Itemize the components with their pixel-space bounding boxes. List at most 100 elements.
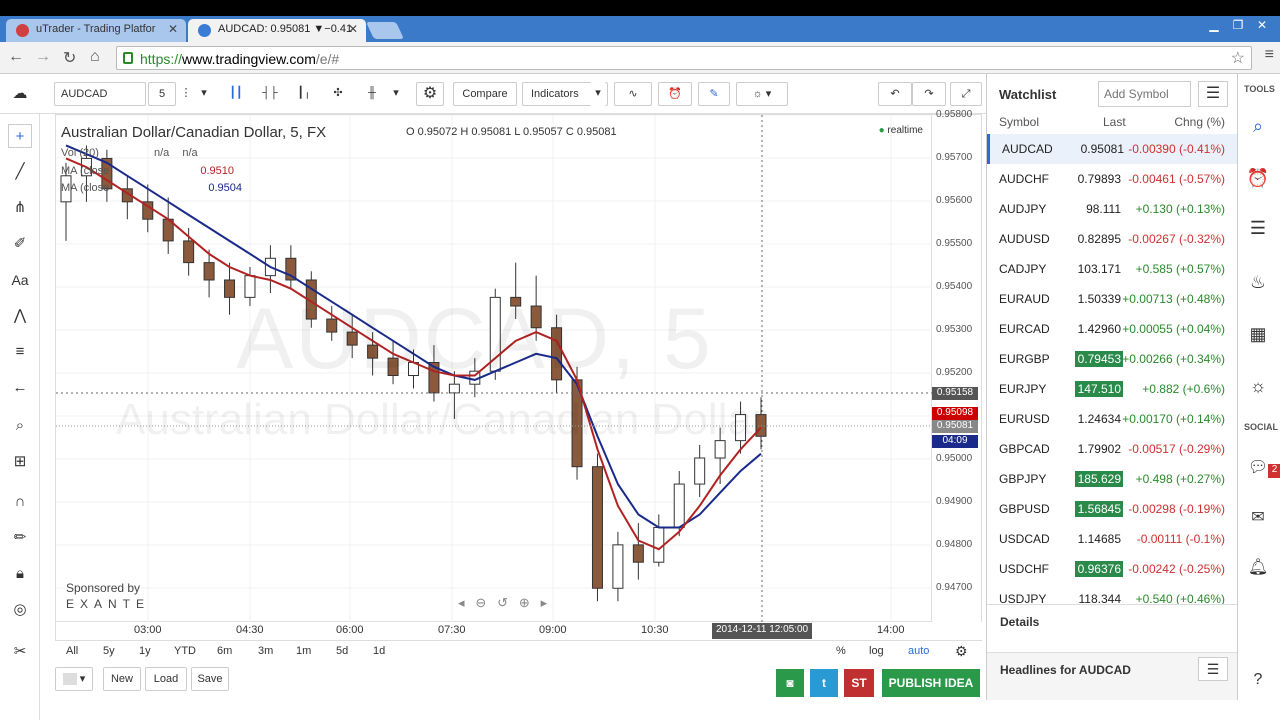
help-icon[interactable]: ? (1246, 668, 1270, 692)
details-header[interactable]: Details (1000, 615, 1039, 629)
watchlist-row[interactable]: USDCHF 0.96376 -0.00242 (-0.25%) (987, 554, 1237, 584)
close-window-icon[interactable]: ✕ (1250, 18, 1274, 32)
watchlist-row[interactable]: EURUSD 1.24634 +0.00170 (+0.14%) (987, 404, 1237, 434)
hide-drawings-icon[interactable]: ◎ (8, 598, 32, 622)
publish-idea-button[interactable]: PUBLISH IDEA (882, 669, 980, 697)
alerts-clock-icon[interactable]: ⏰ (1246, 166, 1270, 190)
chart-pane[interactable]: Australian Dollar/Canadian Dollar, 5, FX… (55, 114, 933, 623)
twitter-icon[interactable]: t (810, 669, 838, 697)
pen-icon[interactable]: ✎ (698, 82, 730, 106)
candles-style-icon[interactable]: ┃┃ (222, 82, 250, 106)
measure-icon[interactable]: ⊞ (8, 450, 32, 474)
auto-scale-toggle[interactable]: auto (908, 645, 929, 657)
tab-audcad[interactable]: AUDCAD: 0.95081 ▼−0.41 ✕ (188, 19, 366, 42)
home-icon[interactable]: ⌂ (90, 48, 100, 66)
watchlist-row[interactable]: EURJPY 147.510 +0.882 (+0.6%) (987, 374, 1237, 404)
chevron-down-icon[interactable]: ▾ (388, 82, 404, 106)
remove-drawings-icon[interactable]: ✂ (8, 640, 32, 664)
watchlist-row[interactable]: AUDJPY 98.111 +0.130 (+0.13%) (987, 194, 1237, 224)
zoom-icon[interactable]: ⌕ (8, 414, 32, 438)
watchlist-row[interactable]: AUDCAD 0.95081 -0.00390 (-0.41%) (987, 134, 1237, 164)
new-button[interactable]: New (103, 667, 141, 691)
range-button[interactable]: 1d (373, 645, 385, 657)
logo-icon[interactable]: ☁ (8, 82, 32, 106)
alert-icon[interactable]: ⏰ (658, 82, 692, 106)
watchlist-row[interactable]: AUDCHF 0.79893 -0.00461 (-0.57%) (987, 164, 1237, 194)
restore-icon[interactable]: ❐ (1226, 18, 1250, 32)
symbol-input[interactable]: AUDCAD (54, 82, 146, 106)
headlines-menu-icon[interactable]: ☰ (1198, 657, 1228, 681)
bookmark-star-icon[interactable]: ☆ (1231, 48, 1245, 68)
stay-drawing-icon[interactable]: ✏ (8, 526, 32, 550)
bar-type-icon[interactable]: ╫ (358, 82, 386, 106)
chevron-down-icon[interactable]: ▾ (590, 82, 606, 106)
forward-icon[interactable]: → (35, 48, 51, 66)
close-tab-icon[interactable]: ✕ (168, 22, 178, 36)
watchlist-row[interactable]: AUDUSD 0.82895 -0.00267 (-0.32%) (987, 224, 1237, 254)
interval-input[interactable]: 5 (148, 82, 176, 106)
col-chg[interactable]: Chng (%) (1174, 115, 1225, 129)
reset-icon[interactable]: ↺ (497, 595, 508, 610)
range-button[interactable]: 1y (139, 645, 151, 657)
zoom-out-icon[interactable]: ⊖ (475, 595, 486, 610)
snapshot-camera-icon[interactable]: ◙ (776, 669, 804, 697)
ideas-lightbulb-icon[interactable]: ☼ (1246, 374, 1270, 398)
add-symbol-input[interactable] (1098, 81, 1191, 107)
sponsor-logo[interactable]: EXANTE (66, 597, 150, 611)
address-bar[interactable]: https://www.tradingview.com/e/# ☆ (116, 46, 1252, 70)
magnet-icon[interactable]: ∩ (8, 490, 32, 514)
bars-style-icon[interactable]: ┤├ (256, 82, 284, 106)
watchlist-row[interactable]: CADJPY 103.171 +0.585 (+0.57%) (987, 254, 1237, 284)
axis-settings-gear-icon[interactable]: ⚙ (955, 643, 968, 660)
percent-scale-toggle[interactable]: % (836, 645, 846, 657)
fullscreen-icon[interactable]: ⤢ (950, 82, 982, 106)
col-symbol[interactable]: Symbol (999, 115, 1039, 129)
browser-menu-icon[interactable]: ≡ (1265, 46, 1274, 64)
range-button[interactable]: YTD (174, 645, 196, 657)
redo-icon[interactable]: ↷ (912, 82, 946, 106)
heikin-ashi-icon[interactable]: ✣ (324, 82, 352, 106)
data-window-icon[interactable]: ☰ (1246, 216, 1270, 240)
idea-lightbulb-icon[interactable]: ☼ ▾ (736, 82, 788, 106)
watchlist-row[interactable]: GBPJPY 185.629 +0.498 (+0.27%) (987, 464, 1237, 494)
arrow-icon[interactable]: ← (8, 376, 32, 400)
watchlist-search-icon[interactable]: ⌕ (1246, 114, 1270, 138)
scroll-right-icon[interactable]: ▸ (541, 595, 548, 610)
messages-icon[interactable]: ✉ (1246, 506, 1270, 530)
watchlist-row[interactable]: USDJPY 118.344 +0.540 (+0.46%) (987, 584, 1237, 604)
chevron-down-icon[interactable]: ▾ (196, 82, 212, 106)
trendline-icon[interactable]: ╱ (8, 160, 32, 184)
minimize-icon[interactable]: ▁ (1202, 18, 1226, 32)
hotlist-flame-icon[interactable]: ♨ (1246, 270, 1270, 294)
brush-icon[interactable]: ✐ (8, 232, 32, 256)
reload-icon[interactable]: ↻ (63, 48, 76, 68)
watchlist-row[interactable]: GBPUSD 1.56845 -0.00298 (-0.19%) (987, 494, 1237, 524)
scroll-left-icon[interactable]: ◂ (458, 595, 465, 610)
calendar-icon[interactable]: ▦ (1246, 322, 1270, 346)
more-icon[interactable]: ⋮ (176, 82, 196, 106)
watchlist-row[interactable]: USDCAD 1.14685 -0.00111 (-0.1%) (987, 524, 1237, 554)
watchlist-row[interactable]: EURAUD 1.50339 +0.00713 (+0.48%) (987, 284, 1237, 314)
zoom-in-icon[interactable]: ⊕ (519, 595, 530, 610)
time-axis[interactable]: 03:00 04:30 06:00 07:30 09:00 10:30 14:00 2014… (55, 622, 932, 640)
watchlist-row[interactable]: EURCAD 1.42960 +0.00055 (+0.04%) (987, 314, 1237, 344)
lock-drawings-icon[interactable]: 🔒︎ (8, 562, 32, 586)
log-scale-toggle[interactable]: log (869, 645, 884, 657)
close-tab-icon[interactable]: ✕ (348, 22, 358, 36)
range-button[interactable]: 5y (103, 645, 115, 657)
stocktwits-button[interactable]: ST (844, 669, 874, 697)
range-button[interactable]: 3m (258, 645, 273, 657)
chat-icon[interactable]: 💬︎ (1246, 456, 1270, 480)
templates-icon[interactable]: ∿ (614, 82, 652, 106)
back-icon[interactable]: ← (8, 48, 24, 66)
range-button[interactable]: 5d (336, 645, 348, 657)
pattern-icon[interactable]: ⋀ (8, 304, 32, 328)
tab-utrader[interactable]: uTrader - Trading Platfor ✕ (6, 19, 186, 42)
save-button[interactable]: Save (191, 667, 229, 691)
range-button[interactable]: All (66, 645, 78, 657)
pitchfork-icon[interactable]: ⋔ (8, 196, 32, 220)
hollow-candles-icon[interactable]: ┃╷ (290, 82, 318, 106)
range-button[interactable]: 6m (217, 645, 232, 657)
notifications-bell-icon[interactable]: 🔔︎ (1246, 556, 1270, 580)
load-button[interactable]: Load (145, 667, 187, 691)
